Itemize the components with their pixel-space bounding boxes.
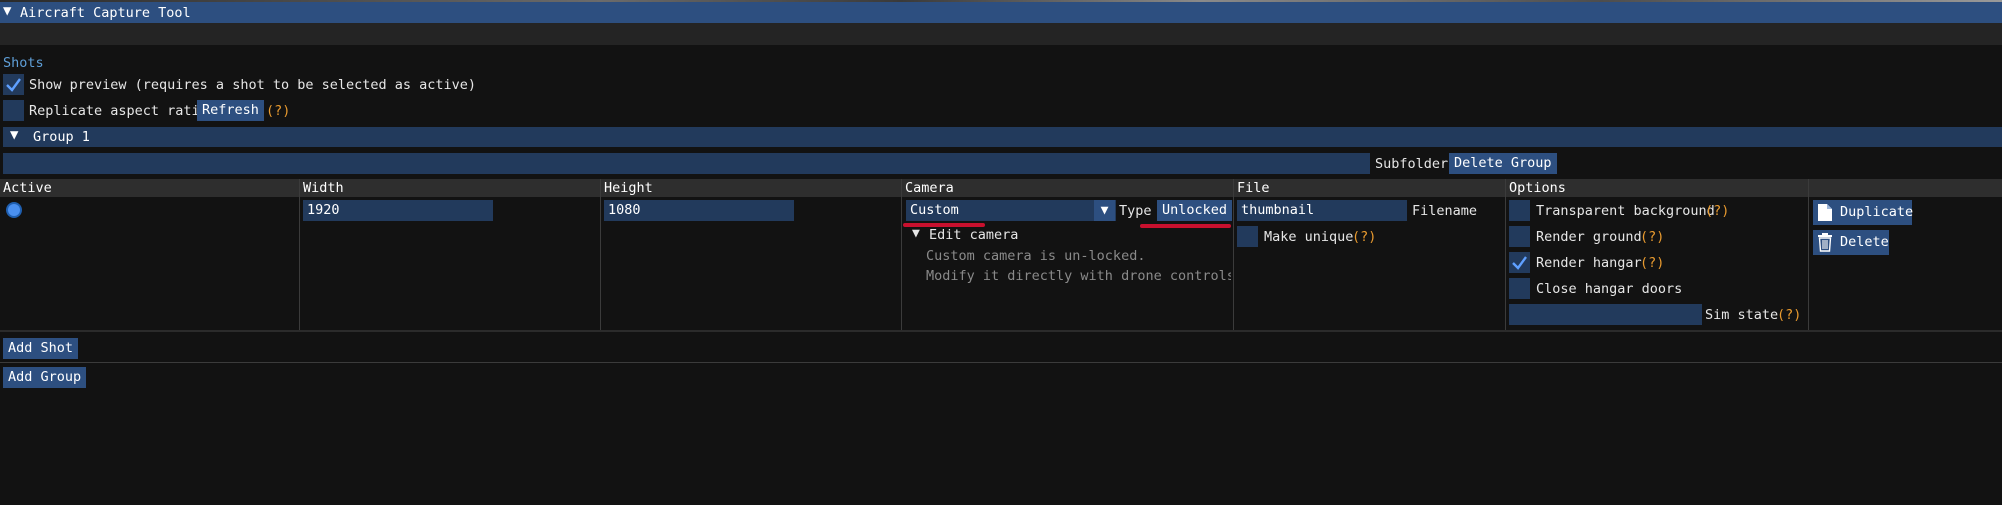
help-marker-render-ground[interactable]: (?)	[1640, 229, 1664, 245]
document-icon	[1818, 204, 1832, 221]
render-ground-label: Render ground	[1536, 229, 1642, 245]
close-hangar-doors-label: Close hangar doors	[1536, 281, 1683, 297]
camera-type-button[interactable]: Unlocked	[1157, 200, 1233, 221]
column-header-options: Options	[1506, 179, 1808, 197]
make-unique-checkbox[interactable]	[1237, 226, 1258, 247]
subfolder-input[interactable]	[3, 153, 1370, 174]
group-header[interactable]: ▼ Group 1	[3, 127, 2002, 147]
column-header-actions	[1809, 179, 2002, 197]
duplicate-button[interactable]: Duplicate	[1813, 200, 1914, 225]
filename-input[interactable]: thumbnail	[1237, 200, 1407, 221]
help-marker-refresh[interactable]: (?)	[266, 103, 290, 119]
duplicate-label: Duplicate	[1840, 204, 1914, 220]
show-preview-checkbox[interactable]	[3, 74, 24, 95]
width-input[interactable]: 1920	[303, 200, 493, 221]
transparent-background-checkbox[interactable]	[1509, 200, 1530, 221]
column-divider	[600, 179, 601, 331]
active-radio[interactable]	[6, 202, 22, 218]
column-header-height: Height	[601, 179, 901, 197]
close-hangar-doors-checkbox[interactable]	[1509, 278, 1530, 299]
group-title: Group 1	[33, 129, 90, 145]
delete-button[interactable]: Delete	[1813, 230, 1889, 255]
help-marker-transparent[interactable]: (?)	[1705, 203, 1729, 219]
column-divider	[901, 179, 902, 331]
column-header-camera: Camera	[902, 179, 1233, 197]
shots-section-label: Shots	[3, 55, 44, 71]
menu-bar	[0, 23, 2002, 45]
help-marker-sim-state[interactable]: (?)	[1777, 307, 1801, 323]
collapse-triangle-icon[interactable]: ▼	[10, 127, 18, 143]
height-input[interactable]: 1080	[604, 200, 794, 221]
separator	[0, 362, 2002, 363]
annotation-underline	[1140, 224, 1231, 228]
chevron-down-icon[interactable]: ▼	[1094, 200, 1115, 221]
column-header-active: Active	[0, 179, 299, 197]
render-hangar-checkbox[interactable]	[1509, 252, 1530, 273]
collapse-triangle-icon[interactable]: ▼	[3, 3, 11, 19]
camera-note-1: Custom camera is un-locked.	[926, 248, 1146, 264]
filename-label: Filename	[1412, 203, 1478, 219]
add-shot-button[interactable]: Add Shot	[3, 338, 79, 359]
help-marker-make-unique[interactable]: (?)	[1352, 229, 1376, 245]
column-divider	[1808, 179, 1809, 331]
show-preview-label: Show preview (requires a shot to be sele…	[29, 77, 477, 93]
window-title: Aircraft Capture Tool	[20, 5, 191, 21]
collapse-triangle-icon[interactable]: ▼	[912, 226, 920, 241]
trash-icon	[1818, 233, 1832, 252]
replicate-aspect-checkbox[interactable]	[3, 100, 24, 121]
subfolder-label: Subfolder	[1375, 156, 1449, 172]
camera-note-2: Modify it directly with drone controls, …	[926, 268, 1231, 284]
column-header-width: Width	[300, 179, 600, 197]
camera-select[interactable]: Custom	[906, 200, 1116, 221]
column-divider	[1233, 179, 1234, 331]
sim-state-label: Sim state	[1705, 307, 1779, 323]
radio-dot-icon	[8, 204, 20, 216]
render-hangar-label: Render hangar	[1536, 255, 1642, 271]
checkmark-icon	[6, 78, 21, 92]
column-divider	[1505, 179, 1506, 331]
sim-state-input[interactable]	[1509, 304, 1702, 325]
checkmark-icon	[1512, 256, 1527, 270]
help-marker-render-hangar[interactable]: (?)	[1640, 255, 1664, 271]
transparent-background-label: Transparent background	[1536, 203, 1715, 219]
table-bottom-border	[0, 330, 2002, 332]
window-titlebar[interactable]: ▼ Aircraft Capture Tool	[0, 2, 2002, 23]
replicate-aspect-label: Replicate aspect ratio	[29, 103, 208, 119]
refresh-button[interactable]: Refresh	[197, 100, 264, 121]
camera-type-label: Type	[1119, 203, 1152, 219]
column-divider	[299, 179, 300, 331]
add-group-button[interactable]: Add Group	[3, 367, 87, 388]
delete-label: Delete	[1840, 234, 1889, 250]
camera-select-value: Custom	[910, 202, 959, 218]
render-ground-checkbox[interactable]	[1509, 226, 1530, 247]
delete-group-button[interactable]: Delete Group	[1449, 153, 1557, 174]
make-unique-label: Make unique	[1264, 229, 1354, 245]
edit-camera-label[interactable]: Edit camera	[929, 227, 1018, 243]
column-header-file: File	[1234, 179, 1505, 197]
